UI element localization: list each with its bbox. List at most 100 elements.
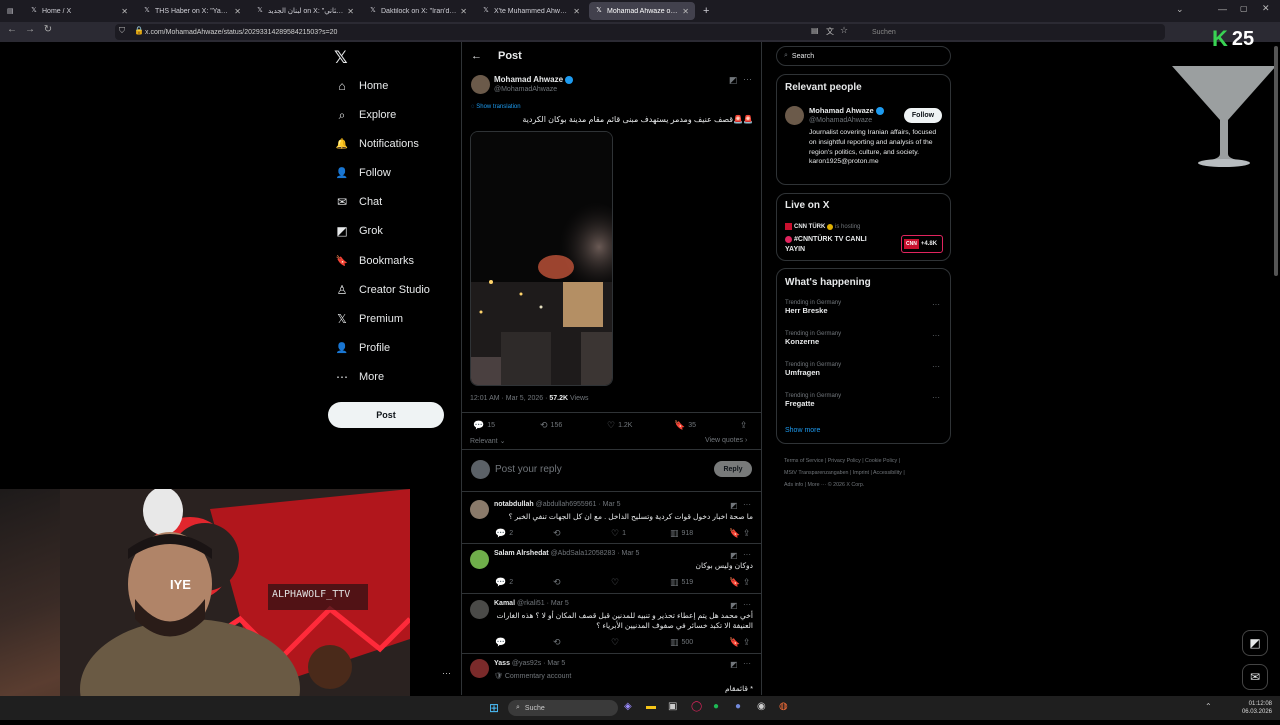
avatar[interactable] [470,550,489,569]
nav-explore[interactable]: ⌕ Explore [334,104,397,126]
teams-icon[interactable]: ◈ [624,701,632,712]
x-logo-icon[interactable]: 𝕏 [334,48,348,68]
window-close-icon[interactable]: ✕ [1262,3,1270,14]
nav-bookmarks[interactable]: 🔖 Bookmarks [334,250,414,272]
reply-button[interactable]: 💬 [495,637,509,648]
like-button[interactable]: ♡ 1 [611,528,626,539]
share-button[interactable]: ⇪ [740,420,751,431]
view-quotes-link[interactable]: View quotes › [705,437,747,444]
reply-author[interactable]: Salam Alrshedat @AbdSala12058283 · Mar 5 [494,550,639,557]
avatar[interactable] [785,106,804,125]
nav-profile[interactable]: 👤 Profile [334,337,390,359]
search-input[interactable]: ⌕ Search [776,46,951,66]
tab-close-icon[interactable]: ✕ [121,7,128,16]
reader-view-icon[interactable]: ▤ [811,26,819,35]
spotify-icon[interactable]: ● [713,701,719,712]
avatar[interactable] [471,75,490,94]
nav-grok[interactable]: ◩ Grok [334,220,383,242]
repost-button[interactable]: ⟲ [553,528,564,539]
nav-notifications[interactable]: 🔔 Notifications [334,133,419,155]
share-button[interactable]: ⇪ [743,528,754,539]
windows-start-icon[interactable]: ⊞ [489,701,499,715]
reply-author[interactable]: Yass @yas92s · Mar 5 [494,660,565,667]
firefox-icon[interactable]: ◍ [779,701,788,712]
nav-follow[interactable]: 👤 Follow [334,162,391,184]
reply-button[interactable]: 💬 2 [495,528,513,539]
trend-item[interactable]: Trending in Germany Fregatte [785,393,945,408]
like-button[interactable]: ♡ [611,637,622,648]
browser-tab-4[interactable]: 𝕏Daktilock on X: "İran'dan y..."✕ [363,2,473,20]
grok-icon[interactable]: ◩ [729,75,738,86]
nav-more[interactable]: ⋯ More [334,366,384,388]
compose-post-button[interactable]: Post [328,402,444,428]
browser-tab-6-active[interactable]: 𝕏Mohamad Ahwaze on X: " "✕ [589,2,695,20]
reply-input[interactable]: Post your reply [495,464,562,475]
avatar[interactable] [470,600,489,619]
like-button[interactable]: ♡ [611,577,622,588]
lock-icon[interactable]: 🔒 [134,26,144,35]
tab-close-icon[interactable]: ✕ [682,7,689,16]
grok-icon[interactable]: ◩ [730,601,738,610]
messages-floating-button[interactable]: ✉ [1242,664,1268,690]
app-icon[interactable]: ◉ [757,701,766,712]
show-more-link[interactable]: Show more [785,427,820,434]
tab-overflow-chevron-icon[interactable]: ⌄ [1176,4,1184,15]
grok-floating-button[interactable]: ◩ [1242,630,1268,656]
trend-item[interactable]: Trending in Germany Umfragen [785,362,945,377]
tab-close-icon[interactable]: ✕ [460,7,467,16]
more-options-icon[interactable]: ··· [743,500,751,509]
grok-icon[interactable]: ◩ [730,551,738,560]
live-host[interactable]: CNN TÜRK is hosting [785,223,860,230]
minimize-icon[interactable]: — [1218,4,1227,14]
share-button[interactable]: ⇪ [743,577,754,588]
more-options-icon[interactable]: ··· [743,659,751,668]
nav-premium[interactable]: 𝕏 Premium [334,308,403,330]
shield-icon[interactable]: ⛉ [119,26,125,36]
tab-close-icon[interactable]: ✕ [573,7,580,16]
opera-icon[interactable]: ◯ [691,701,702,712]
sort-dropdown[interactable]: Relevant ⌄ [470,437,505,445]
nav-chat[interactable]: ✉ Chat [334,191,382,213]
back-arrow-icon[interactable]: ← [5,24,19,35]
like-button[interactable]: ♡ 1.2K [607,420,632,431]
bookmark-button[interactable]: 🔖 [729,637,743,648]
reload-icon[interactable]: ↻ [41,24,55,35]
new-tab-button[interactable]: + [699,2,717,20]
reply-author[interactable]: Kamal @rkali51 · Mar 5 [494,600,569,607]
bookmark-star-icon[interactable]: ☆ [840,25,848,36]
share-button[interactable]: ⇪ [743,637,754,648]
reply-submit-button[interactable]: Reply [714,461,752,477]
tab-close-icon[interactable]: ✕ [347,7,354,16]
more-options-icon[interactable]: ··· [932,331,940,340]
more-options-icon[interactable]: ··· [743,550,751,559]
scrollbar[interactable] [1274,46,1278,276]
more-options-icon[interactable]: ··· [932,300,940,309]
nav-creator-studio[interactable]: ♙ Creator Studio [334,279,430,301]
reply-button[interactable]: 💬 2 [495,577,513,588]
repost-button[interactable]: ⟲ [553,577,564,588]
reply-author[interactable]: notabdullah @abdullah6955961 · Mar 5 [494,501,621,508]
browser-search-input[interactable]: Suchen [858,25,1163,39]
live-listeners-badge[interactable]: CNN +4.8K [901,235,943,253]
post-video[interactable] [470,131,613,386]
tab-list-icon[interactable]: ▤ [4,2,20,20]
browser-tab-3[interactable]: 𝕏لبنان الجديد on X: "الثاني ..."✕ [250,2,360,20]
views-stat[interactable]: ▥ 918 [670,528,693,539]
repost-button[interactable]: ⟲ [553,637,564,648]
views-stat[interactable]: ▥ 500 [670,637,693,648]
author-handle[interactable]: @MohamadAhwaze [494,86,557,93]
repost-button[interactable]: ⟲ 156 [540,420,562,431]
follow-button[interactable]: Follow [904,108,942,123]
bookmark-button[interactable]: 🔖 35 [674,420,696,431]
avatar[interactable] [470,500,489,519]
more-options-icon[interactable]: ··· [932,393,940,402]
grok-icon[interactable]: ◩ [730,660,738,669]
translate-icon[interactable]: 文 [826,26,834,37]
nav-home[interactable]: ⌂ Home [334,75,388,97]
person-name[interactable]: Mohamad Ahwaze [809,106,884,116]
taskbar-search[interactable]: ⌕ Suche [508,700,618,716]
avatar[interactable] [470,659,489,678]
discord-icon[interactable]: ● [735,701,741,712]
account-menu-dots-icon[interactable]: ··· [442,668,451,678]
views-stat[interactable]: ▥ 519 [670,577,693,588]
